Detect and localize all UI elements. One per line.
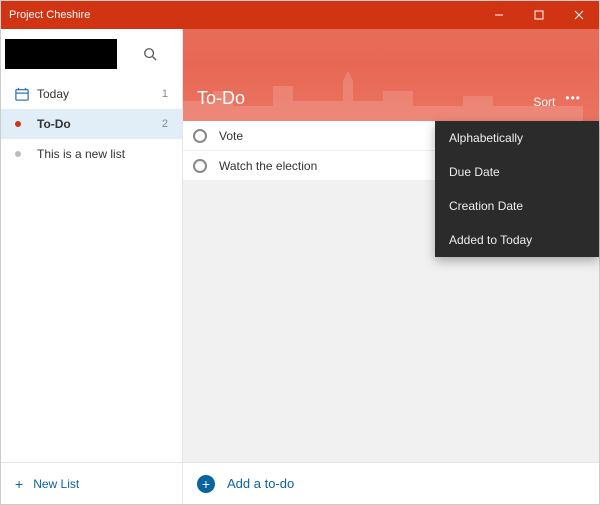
sidebar-item-today[interactable]: Today 1: [1, 79, 182, 109]
profile-block[interactable]: [5, 39, 117, 69]
add-todo-input[interactable]: + Add a to-do: [183, 462, 599, 504]
sidebar-lists: Today 1 To-Do 2 This is a new list: [1, 79, 182, 462]
sidebar-item-label: To-Do: [37, 117, 162, 131]
task-title: Vote: [219, 129, 243, 143]
maximize-button[interactable]: [519, 1, 559, 29]
list-header: To-Do Sort •••: [183, 29, 599, 121]
sort-option-due-date[interactable]: Due Date: [435, 155, 599, 189]
search-button[interactable]: [117, 47, 182, 61]
sidebar-item-todo[interactable]: To-Do 2: [1, 109, 182, 139]
sort-button[interactable]: Sort: [533, 95, 555, 109]
task-title: Watch the election: [219, 159, 317, 173]
sort-option-creation-date[interactable]: Creation Date: [435, 189, 599, 223]
sort-menu: Alphabetically Due Date Creation Date Ad…: [435, 121, 599, 257]
sidebar-item-count: 2: [162, 118, 168, 130]
sidebar-item-custom[interactable]: This is a new list: [1, 139, 182, 169]
sidebar-item-count: 1: [162, 88, 168, 100]
titlebar: Project Cheshire: [1, 1, 599, 29]
list-color-icon: [15, 121, 37, 127]
task-checkbox[interactable]: [193, 159, 207, 173]
task-checkbox[interactable]: [193, 129, 207, 143]
sort-option-alphabetically[interactable]: Alphabetically: [435, 121, 599, 155]
add-todo-placeholder: Add a to-do: [227, 476, 294, 491]
search-icon: [143, 47, 157, 61]
list-title: To-Do: [197, 88, 533, 109]
window-title: Project Cheshire: [9, 9, 479, 21]
sort-option-added-today[interactable]: Added to Today: [435, 223, 599, 257]
sidebar-item-label: This is a new list: [37, 147, 168, 161]
close-button[interactable]: [559, 1, 599, 29]
more-button[interactable]: •••: [561, 87, 585, 109]
sidebar-top: [1, 29, 182, 79]
sidebar: Today 1 To-Do 2 This is a new list: [1, 29, 183, 504]
plus-icon: +: [15, 476, 23, 492]
today-icon: [15, 87, 37, 101]
main-panel: To-Do Sort ••• Vote Watch the election +…: [183, 29, 599, 504]
new-list-label: New List: [33, 477, 79, 491]
new-list-button[interactable]: + New List: [1, 462, 182, 504]
app-window: Project Cheshire Today: [0, 0, 600, 505]
minimize-button[interactable]: [479, 1, 519, 29]
list-color-icon: [15, 151, 37, 157]
sidebar-item-label: Today: [37, 87, 162, 101]
app-body: Today 1 To-Do 2 This is a new list: [1, 29, 599, 504]
plus-circle-icon: +: [197, 475, 215, 493]
